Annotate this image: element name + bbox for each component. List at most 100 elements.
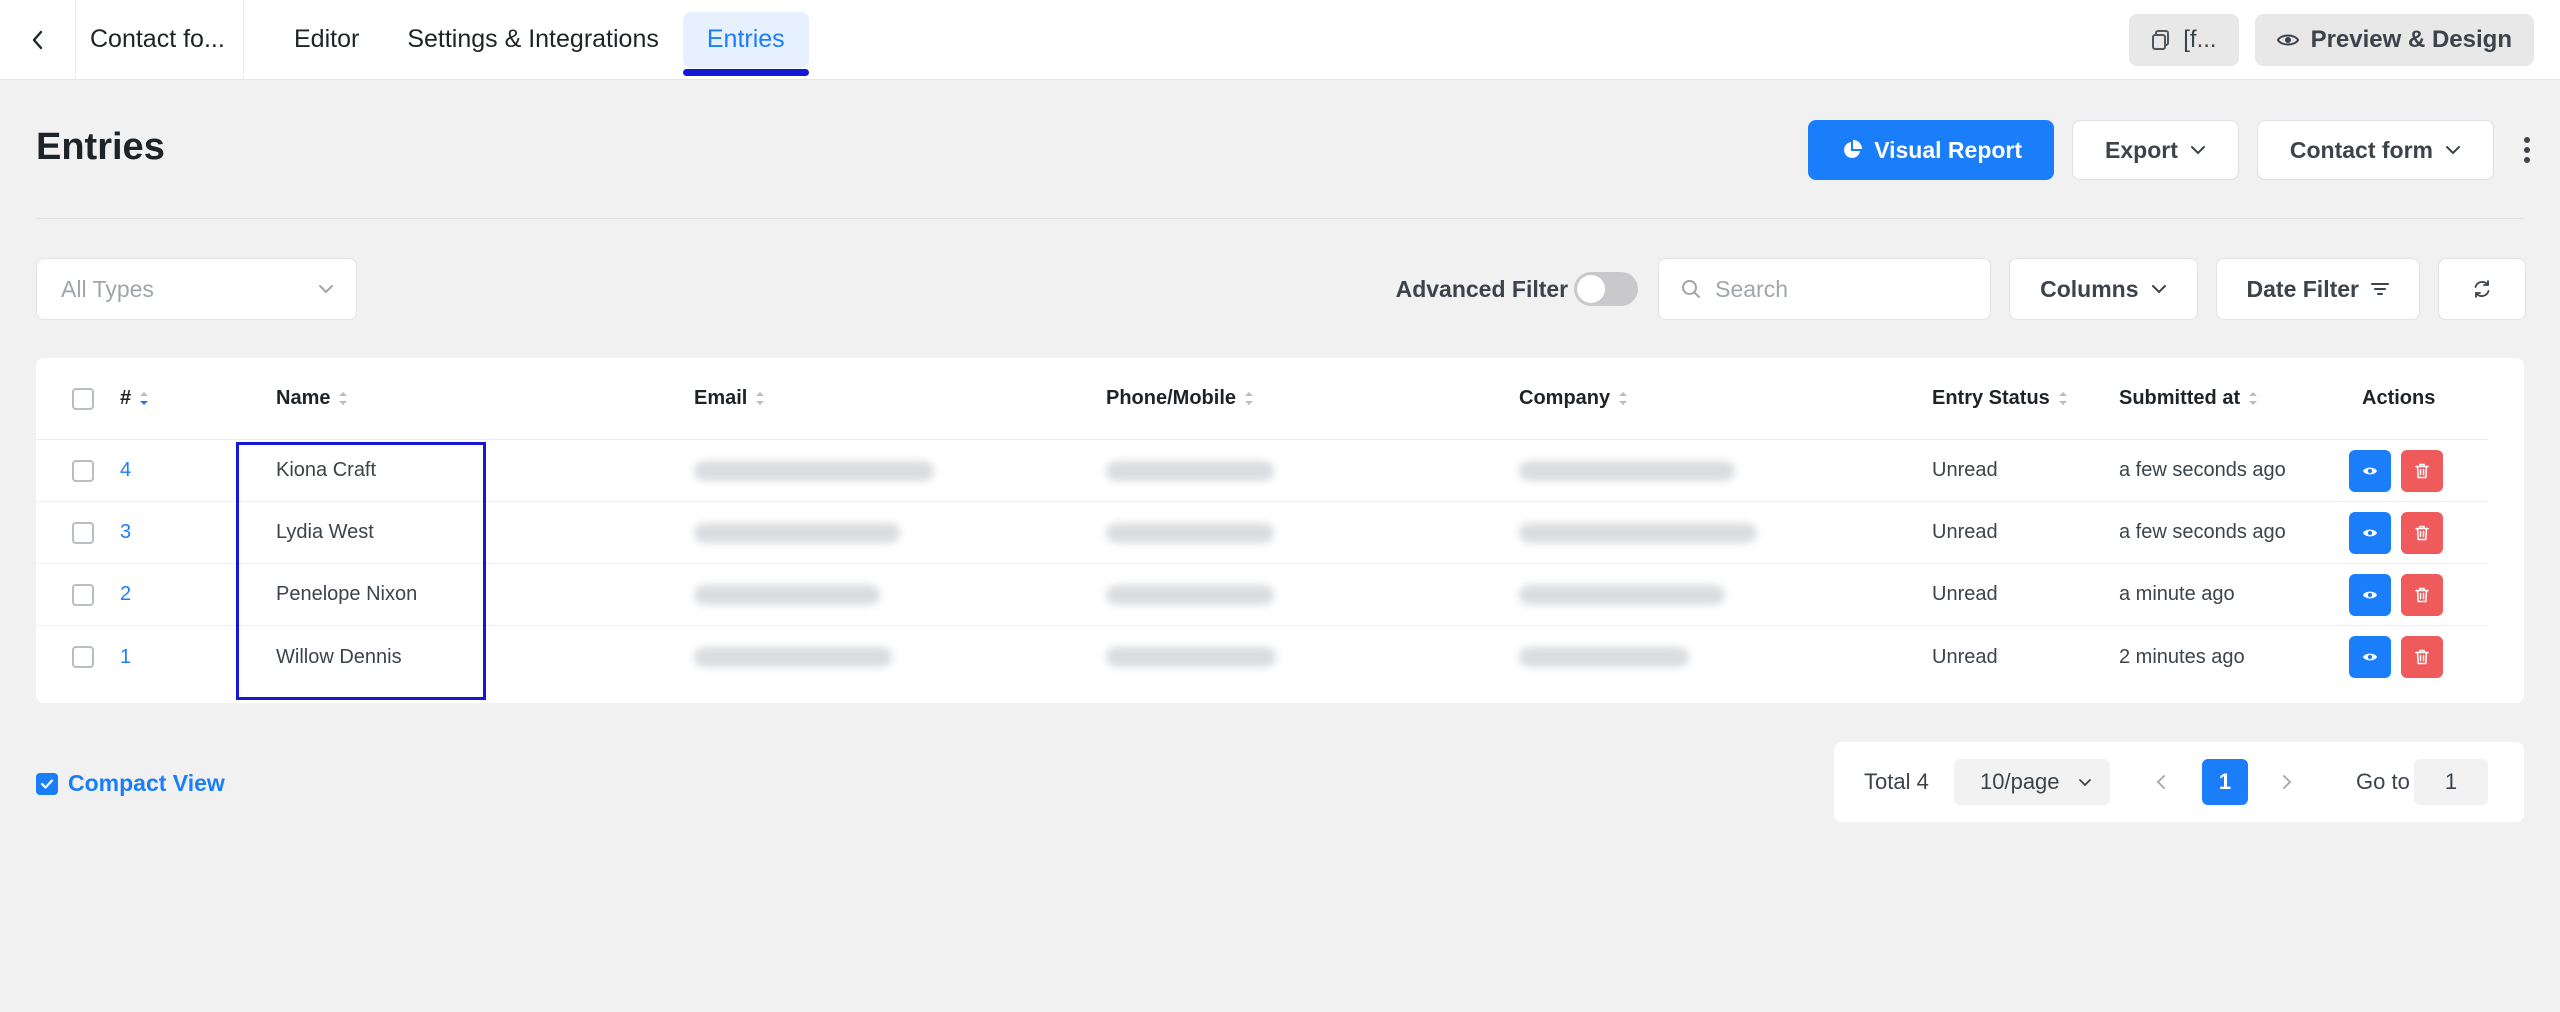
columns-dropdown[interactable]: Columns: [2009, 258, 2198, 320]
name-column-highlight: [236, 442, 486, 700]
compact-view-checkbox[interactable]: [36, 772, 58, 795]
filter-controls: Advanced Filter Columns Date Filter: [1396, 258, 2526, 320]
advanced-filter: Advanced Filter: [1396, 272, 1639, 306]
entry-status: Unread: [1932, 521, 1998, 543]
row-checkbox[interactable]: [72, 459, 94, 482]
goto-label: Go to: [2356, 769, 2410, 794]
row-select-cell: [72, 440, 94, 501]
column-header-company[interactable]: Company: [1519, 358, 1628, 439]
toggle-knob: [1577, 275, 1606, 303]
chevron-down-icon: [2446, 146, 2460, 155]
refresh-icon: [2474, 280, 2490, 298]
delete-entry-button[interactable]: [2401, 449, 2443, 492]
row-checkbox[interactable]: [72, 583, 94, 606]
column-header-submitted[interactable]: Submitted at: [2119, 358, 2258, 439]
chevron-down-icon: [319, 285, 333, 294]
eye-icon: [2363, 653, 2377, 661]
delete-entry-button[interactable]: [2401, 573, 2443, 616]
prev-page-button[interactable]: [2146, 759, 2176, 805]
entry-type-select[interactable]: All Types: [36, 258, 357, 320]
entry-id-link[interactable]: 4: [120, 440, 131, 501]
export-dropdown[interactable]: Export: [2072, 120, 2239, 180]
shortcode-button[interactable]: [f...: [2129, 14, 2239, 66]
compact-view-label: Compact View: [68, 770, 225, 796]
delete-entry-button[interactable]: [2401, 636, 2443, 678]
view-entry-button[interactable]: [2349, 573, 2391, 616]
column-header-id-label: #: [120, 387, 132, 409]
tab-settings-integrations[interactable]: Settings & Integrations: [383, 12, 683, 68]
advanced-filter-toggle[interactable]: [1574, 272, 1639, 306]
eye-icon: [2276, 34, 2299, 46]
entry-status: Unread: [1932, 583, 1998, 605]
back-button[interactable]: [0, 0, 76, 80]
entry-id-link[interactable]: 2: [120, 564, 131, 625]
row-actions: [2349, 626, 2443, 688]
entry-id-link[interactable]: 3: [120, 502, 131, 563]
entry-status: Unread: [1932, 645, 1998, 668]
entry-email-redacted: [694, 502, 900, 563]
preview-design-button[interactable]: Preview & Design: [2254, 14, 2534, 66]
total-count: Total 4: [1864, 769, 1929, 794]
date-filter-button[interactable]: Date Filter: [2215, 258, 2420, 320]
compact-view-toggle[interactable]: Compact View: [36, 770, 225, 797]
next-page-button[interactable]: [2272, 759, 2302, 805]
entry-type-value: All Types: [61, 275, 154, 302]
row-checkbox[interactable]: [72, 521, 94, 544]
tab-entries[interactable]: Entries: [682, 11, 809, 76]
more-options-button[interactable]: [2512, 120, 2542, 180]
goto-page-input[interactable]: 1: [2414, 759, 2488, 805]
entry-email-redacted: [694, 440, 934, 501]
delete-entry-button[interactable]: [2401, 511, 2443, 554]
column-header-status[interactable]: Entry Status: [1932, 358, 2068, 439]
pie-chart-icon: [1844, 140, 1863, 158]
entry-company-redacted: [1519, 440, 1735, 501]
visual-report-button[interactable]: Visual Report: [1808, 120, 2055, 180]
top-nav: Editor Settings & Integrations Entries: [270, 0, 809, 80]
refresh-button[interactable]: [2438, 258, 2526, 320]
column-header-status-label: Entry Status: [1932, 387, 2050, 409]
form-select-label: Contact form: [2289, 136, 2433, 163]
view-entry-button[interactable]: [2349, 636, 2391, 678]
entry-email-redacted: [694, 626, 892, 688]
columns-label: Columns: [2040, 275, 2139, 302]
kebab-menu-icon: [2524, 137, 2530, 163]
search-field[interactable]: [1658, 258, 1992, 320]
column-header-phone[interactable]: Phone/Mobile: [1106, 358, 1254, 439]
export-label: Export: [2105, 136, 2178, 163]
trash-icon: [2415, 525, 2429, 540]
eye-icon: [2363, 467, 2377, 474]
view-entry-button[interactable]: [2349, 449, 2391, 492]
column-header-id[interactable]: #: [120, 358, 149, 439]
row-checkbox[interactable]: [72, 646, 94, 668]
form-title[interactable]: Contact fo...: [76, 0, 244, 80]
column-header-name-label: Name: [276, 387, 331, 409]
table-header-row: # Name Email Phone/Mobile Company Entry …: [36, 358, 2488, 440]
sort-icon: [2248, 391, 2258, 406]
tab-editor[interactable]: Editor: [270, 12, 383, 68]
column-header-name[interactable]: Name: [276, 358, 348, 439]
active-tab-underline: [682, 68, 809, 76]
row-select-cell: [72, 564, 94, 625]
entry-id-link[interactable]: 1: [120, 626, 131, 688]
date-filter-label: Date Filter: [2246, 275, 2359, 302]
column-header-email[interactable]: Email: [694, 358, 765, 439]
search-input[interactable]: [1715, 275, 1956, 303]
form-select-dropdown[interactable]: Contact form: [2256, 120, 2494, 180]
column-header-phone-label: Phone/Mobile: [1106, 387, 1236, 409]
page-size-value: 10/page: [1980, 769, 2060, 794]
chevron-left-icon: [2156, 775, 2165, 789]
view-entry-button[interactable]: [2349, 511, 2391, 554]
sort-icon: [1244, 391, 1254, 406]
entry-submitted-at: a few seconds ago: [2119, 459, 2286, 481]
page-number-current[interactable]: 1: [2202, 759, 2248, 805]
copy-icon: [2152, 30, 2170, 50]
entry-phone-redacted: [1106, 502, 1274, 563]
filter-lines-icon: [2371, 283, 2389, 295]
top-actions: [f... Preview & Design: [2129, 14, 2534, 66]
row-select-cell: [72, 502, 94, 563]
top-bar: Contact fo... Editor Settings & Integrat…: [0, 0, 2560, 80]
page-size-select[interactable]: 10/page: [1954, 759, 2110, 805]
select-all-checkbox[interactable]: [72, 387, 94, 410]
chevron-down-icon: [2151, 285, 2166, 294]
chevron-left-icon: [32, 30, 42, 49]
